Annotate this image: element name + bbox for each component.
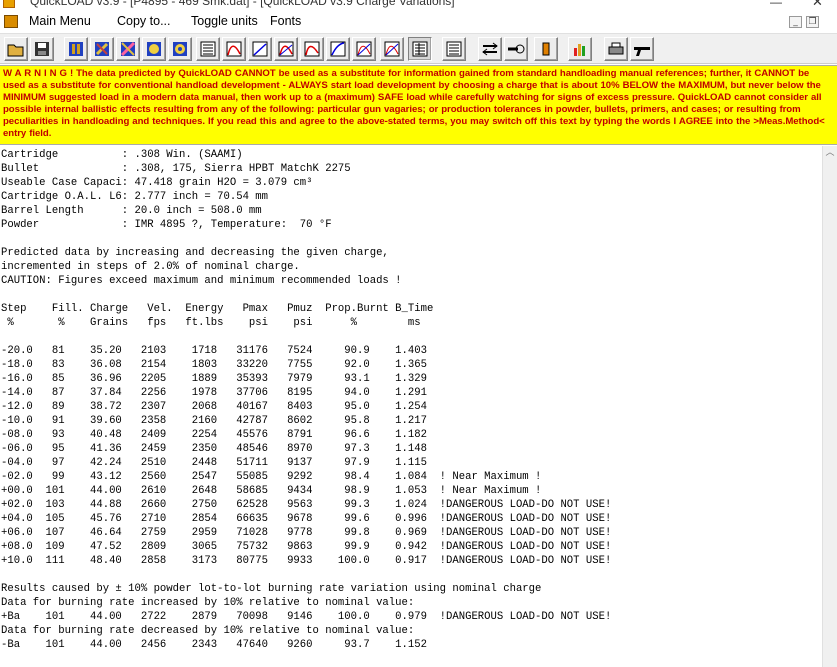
chart-energy-icon[interactable]	[274, 37, 298, 61]
powder-data-icon[interactable]	[116, 37, 140, 61]
chart-layers-icon[interactable]	[380, 37, 404, 61]
menu-main-menu[interactable]: Main Menu	[29, 14, 91, 28]
menu-fonts[interactable]: Fonts	[270, 14, 301, 28]
output-line: Results caused by ± 10% powder lot-to-lo…	[1, 583, 542, 595]
output-line: +08.0 109 47.52 2809 3065 75732 9863 99.…	[1, 541, 612, 553]
chart-multi-icon[interactable]	[352, 37, 376, 61]
chart-velocity-icon[interactable]	[248, 37, 272, 61]
menu-toggle-units[interactable]: Toggle units	[191, 14, 258, 28]
document-icon[interactable]	[4, 15, 18, 28]
mdi-restore-icon[interactable]: ❐	[806, 16, 819, 28]
output-line: +04.0 105 45.76 2710 2854 66635 9678 99.…	[1, 513, 612, 525]
gun-icon[interactable]	[630, 37, 654, 61]
warning-icon[interactable]	[534, 37, 558, 61]
menu-bar: Main Menu Copy to... Toggle units Fonts …	[0, 10, 837, 34]
menu-copy-to[interactable]: Copy to...	[117, 14, 171, 28]
charge-table-icon[interactable]	[408, 37, 432, 61]
output-line: -08.0 93 40.48 2409 2254 45576 8791 96.6…	[1, 429, 427, 441]
window-title: QuickLOAD v3.9 - [P4895 - 469 Smk.dat] -…	[30, 0, 455, 8]
table-view-icon[interactable]	[196, 37, 220, 61]
output-line: Powder : IMR 4895 ?, Temperature: 70 °F	[1, 219, 332, 231]
mdi-minimize-icon[interactable]: _	[789, 16, 802, 28]
output-line: +Ba 101 44.00 2722 2879 70098 9146 100.0…	[1, 611, 612, 623]
minimize-icon[interactable]: —	[770, 0, 782, 9]
output-line: -20.0 81 35.20 2103 1718 31176 7524 90.9…	[1, 345, 427, 357]
save-disk-icon[interactable]	[30, 37, 54, 61]
output-line: -14.0 87 37.84 2256 1978 37706 8195 94.0…	[1, 387, 427, 399]
bullet-config-icon[interactable]	[168, 37, 192, 61]
compare-icon[interactable]	[478, 37, 502, 61]
charge-list-icon[interactable]	[442, 37, 466, 61]
output-line: Barrel Length : 20.0 inch = 508.0 mm	[1, 205, 262, 217]
output-line: Useable Case Capaci: 47.418 grain H2O = …	[1, 177, 313, 189]
scroll-up-icon[interactable]: ︿	[825, 148, 835, 158]
output-line: -Ba 101 44.00 2456 2343 47640 9260 93.7 …	[1, 639, 427, 651]
print-icon[interactable]	[604, 37, 628, 61]
output-line: Step Fill. Charge Vel. Energy Pmax Pmuz …	[1, 303, 434, 315]
close-icon[interactable]: ✕	[812, 0, 823, 10]
output-line: +00.0 101 44.00 2610 2648 58685 9434 98.…	[1, 485, 542, 497]
output-line: Bullet : .308, 175, Sierra HPBT MatchK 2…	[1, 163, 351, 175]
output-line: % % Grains fps ft.lbs psi psi % ms	[1, 317, 421, 329]
propellant-data-icon[interactable]	[142, 37, 166, 61]
warning-banner: W A R N I N G ! The data predicted by Qu…	[0, 65, 837, 145]
output-line: CAUTION: Figures exceed maximum and mini…	[1, 275, 402, 287]
output-line: -10.0 91 39.60 2358 2160 42787 8602 95.8…	[1, 415, 427, 427]
output-line: -12.0 89 38.72 2307 2068 40167 8403 95.0…	[1, 401, 427, 413]
vertical-scrollbar[interactable]: ︿	[822, 146, 837, 667]
output-line: incremented in steps of 2.0% of nominal …	[1, 261, 300, 273]
output-line: +10.0 111 48.40 2858 3173 80775 9933 100…	[1, 555, 612, 567]
cartridge-data-icon[interactable]	[64, 37, 88, 61]
output-line: -16.0 85 36.96 2205 1889 35393 7979 93.1…	[1, 373, 427, 385]
output-line: Cartridge O.A.L. L6: 2.777 inch = 70.54 …	[1, 191, 269, 203]
barrel-icon[interactable]	[504, 37, 528, 61]
output-text: Cartridge : .308 Win. (SAAMI) Bullet : .3…	[1, 148, 611, 652]
output-line: -18.0 83 36.08 2154 1803 33220 7755 92.0…	[1, 359, 427, 371]
title-bar: QuickLOAD v3.9 - [P4895 - 469 Smk.dat] -…	[0, 0, 837, 10]
output-line: +02.0 103 44.88 2660 2750 62528 9563 99.…	[1, 499, 612, 511]
chart-combined-icon[interactable]	[326, 37, 350, 61]
output-line: -06.0 95 41.36 2459 2350 48546 8970 97.3…	[1, 443, 427, 455]
output-line: Data for burning rate decreased by 10% r…	[1, 625, 415, 637]
output-line: Cartridge : .308 Win. (SAAMI)	[1, 149, 243, 161]
output-line: -04.0 97 42.24 2510 2448 51711 9137 97.9…	[1, 457, 427, 469]
output-line: +06.0 107 46.64 2759 2959 71028 9778 99.…	[1, 527, 612, 539]
output-line: -02.0 99 43.12 2560 2547 55085 9292 98.4…	[1, 471, 542, 483]
charge-variation-output[interactable]: Cartridge : .308 Win. (SAAMI) Bullet : .3…	[0, 146, 822, 667]
output-line: Predicted data by increasing and decreas…	[1, 247, 389, 259]
open-folder-icon[interactable]	[4, 37, 28, 61]
output-line: Data for burning rate increased by 10% r…	[1, 597, 415, 609]
app-icon	[3, 0, 15, 8]
bullet-data-icon[interactable]	[90, 37, 114, 61]
bar-chart-icon[interactable]	[568, 37, 592, 61]
chart-pressure-icon[interactable]	[222, 37, 246, 61]
toolbar	[0, 34, 837, 64]
chart-burn-icon[interactable]	[300, 37, 324, 61]
warning-text: W A R N I N G ! The data predicted by Qu…	[3, 68, 825, 140]
